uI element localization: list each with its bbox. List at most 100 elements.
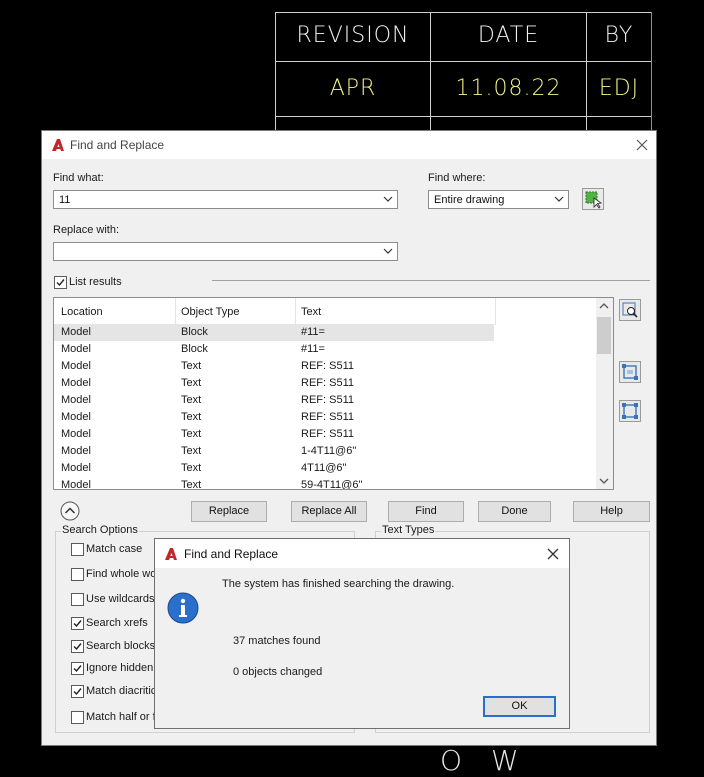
match-case-checkbox[interactable]: [71, 543, 84, 556]
done-button[interactable]: Done: [478, 501, 551, 522]
cell-location: Model: [61, 479, 91, 490]
cad-bottom-text: O W: [440, 744, 529, 777]
replace-all-button[interactable]: Replace All: [291, 501, 367, 522]
cell-object-type: Block: [181, 326, 208, 338]
create-selection-set-button[interactable]: [619, 361, 641, 383]
cell-location: Model: [61, 445, 91, 457]
cad-border-line: [275, 12, 652, 13]
chevron-down-icon[interactable]: [383, 246, 393, 256]
cad-border-line: [651, 12, 652, 130]
message-title: Find and Replace: [184, 547, 279, 561]
checkmark-icon: [73, 688, 82, 696]
find-where-label: Find where:: [428, 172, 486, 184]
replace-with-combobox[interactable]: [53, 242, 398, 261]
search-xrefs-checkbox[interactable]: [71, 617, 84, 630]
cell-object-type: Text: [181, 428, 202, 440]
table-row[interactable]: Model Text 1-4T11@6": [54, 443, 494, 460]
selection-highlight-icon: [622, 403, 638, 419]
search-blocks-label: Search blocks: [86, 640, 156, 652]
column-header-object-type[interactable]: Object Type: [181, 306, 240, 318]
table-row[interactable]: Model Text REF: S511: [54, 409, 494, 426]
scroll-thumb[interactable]: [597, 317, 611, 354]
use-wildcards-checkbox[interactable]: [71, 593, 84, 606]
zoom-to-highlighted-button[interactable]: [619, 299, 641, 321]
table-row[interactable]: Model Text REF: S511: [54, 426, 494, 443]
cad-value-revision: APR: [329, 76, 377, 101]
list-results-label: List results: [69, 276, 122, 288]
find-button[interactable]: Find: [388, 501, 464, 522]
cad-value-date: 11.08.22: [455, 76, 562, 101]
find-what-combobox[interactable]: 11: [53, 190, 398, 209]
cell-text: #11=: [301, 343, 325, 355]
checkmark-icon: [73, 643, 82, 651]
select-objects-button[interactable]: [582, 188, 604, 210]
results-header: Location Object Type Text: [54, 298, 598, 325]
table-row[interactable]: Model Text 59-4T11@6": [54, 477, 494, 490]
cad-border-line: [275, 61, 652, 62]
replace-button[interactable]: Replace: [191, 501, 267, 522]
chevron-down-icon[interactable]: [554, 194, 564, 204]
ignore-hidden-checkbox[interactable]: [71, 662, 84, 675]
table-row[interactable]: Model Text REF: S511: [54, 358, 494, 375]
cad-value-by: EDJ: [598, 76, 640, 101]
table-row[interactable]: Model Text REF: S511: [54, 375, 494, 392]
results-message-box: Find and Replace The system has finished…: [154, 538, 570, 729]
find-what-label: Find what:: [53, 172, 104, 184]
cad-header-by: BY: [604, 23, 634, 48]
zoom-search-icon: [622, 302, 638, 318]
table-row[interactable]: Model Text 4T11@6": [54, 460, 494, 477]
cad-header-revision: REVISION: [296, 23, 410, 48]
table-row[interactable]: Model Block #11=: [54, 341, 494, 358]
results-scrollbar[interactable]: [596, 298, 613, 489]
find-whole-words-checkbox[interactable]: [71, 568, 84, 581]
search-blocks-checkbox[interactable]: [71, 640, 84, 653]
scroll-up-icon[interactable]: [599, 302, 609, 310]
cell-text: REF: S511: [301, 377, 354, 389]
find-where-select[interactable]: Entire drawing: [428, 190, 569, 209]
cell-text: 59-4T11@6": [301, 479, 363, 490]
find-what-value[interactable]: 11: [59, 194, 70, 206]
cell-object-type: Text: [181, 445, 202, 457]
cell-text: REF: S511: [301, 360, 354, 372]
search-xrefs-label: Search xrefs: [86, 617, 148, 629]
ok-button[interactable]: OK: [483, 696, 556, 717]
checkmark-icon: [56, 279, 65, 287]
cell-text: 1-4T11@6": [301, 445, 357, 457]
chevron-down-icon[interactable]: [383, 194, 393, 204]
message-titlebar: Find and Replace: [155, 539, 569, 568]
column-header-location[interactable]: Location: [61, 306, 103, 318]
create-highlighted-selection-button[interactable]: [619, 400, 641, 422]
cell-text: 4T11@6": [301, 462, 347, 474]
table-row[interactable]: Model Text REF: S511: [54, 392, 494, 409]
close-icon[interactable]: [634, 137, 650, 153]
match-diacritics-label: Match diacritic: [86, 685, 157, 697]
autocad-logo-icon: [52, 139, 64, 151]
dialog-titlebar: Find and Replace: [42, 131, 656, 159]
match-diacritics-checkbox[interactable]: [71, 685, 84, 698]
cell-location: Model: [61, 343, 91, 355]
table-row[interactable]: Model Block #11=: [54, 324, 494, 341]
selection-set-icon: [622, 364, 638, 380]
find-whole-words-label: Find whole wo: [86, 568, 157, 580]
match-half-full-width-checkbox[interactable]: [71, 711, 84, 724]
list-results-checkbox[interactable]: [54, 276, 67, 289]
cell-text: #11=: [301, 326, 325, 338]
help-button[interactable]: Help: [573, 501, 650, 522]
cell-text: REF: S511: [301, 411, 354, 423]
results-list[interactable]: Location Object Type Text Model Block #1…: [53, 297, 614, 490]
column-header-text[interactable]: Text: [301, 306, 321, 318]
objects-changed-text: 0 objects changed: [233, 666, 323, 678]
cell-location: Model: [61, 360, 91, 372]
cell-object-type: Text: [181, 462, 202, 474]
collapse-options-icon[interactable]: [59, 500, 81, 522]
checkmark-icon: [73, 665, 82, 673]
cell-object-type: Block: [181, 343, 208, 355]
close-icon[interactable]: [545, 546, 561, 562]
scroll-down-icon[interactable]: [599, 477, 609, 485]
find-where-value[interactable]: Entire drawing: [434, 194, 504, 206]
replace-with-label: Replace with:: [53, 224, 120, 236]
match-case-label: Match case: [86, 543, 143, 555]
cell-location: Model: [61, 462, 91, 474]
autocad-logo-icon: [165, 548, 177, 560]
cell-location: Model: [61, 326, 91, 338]
